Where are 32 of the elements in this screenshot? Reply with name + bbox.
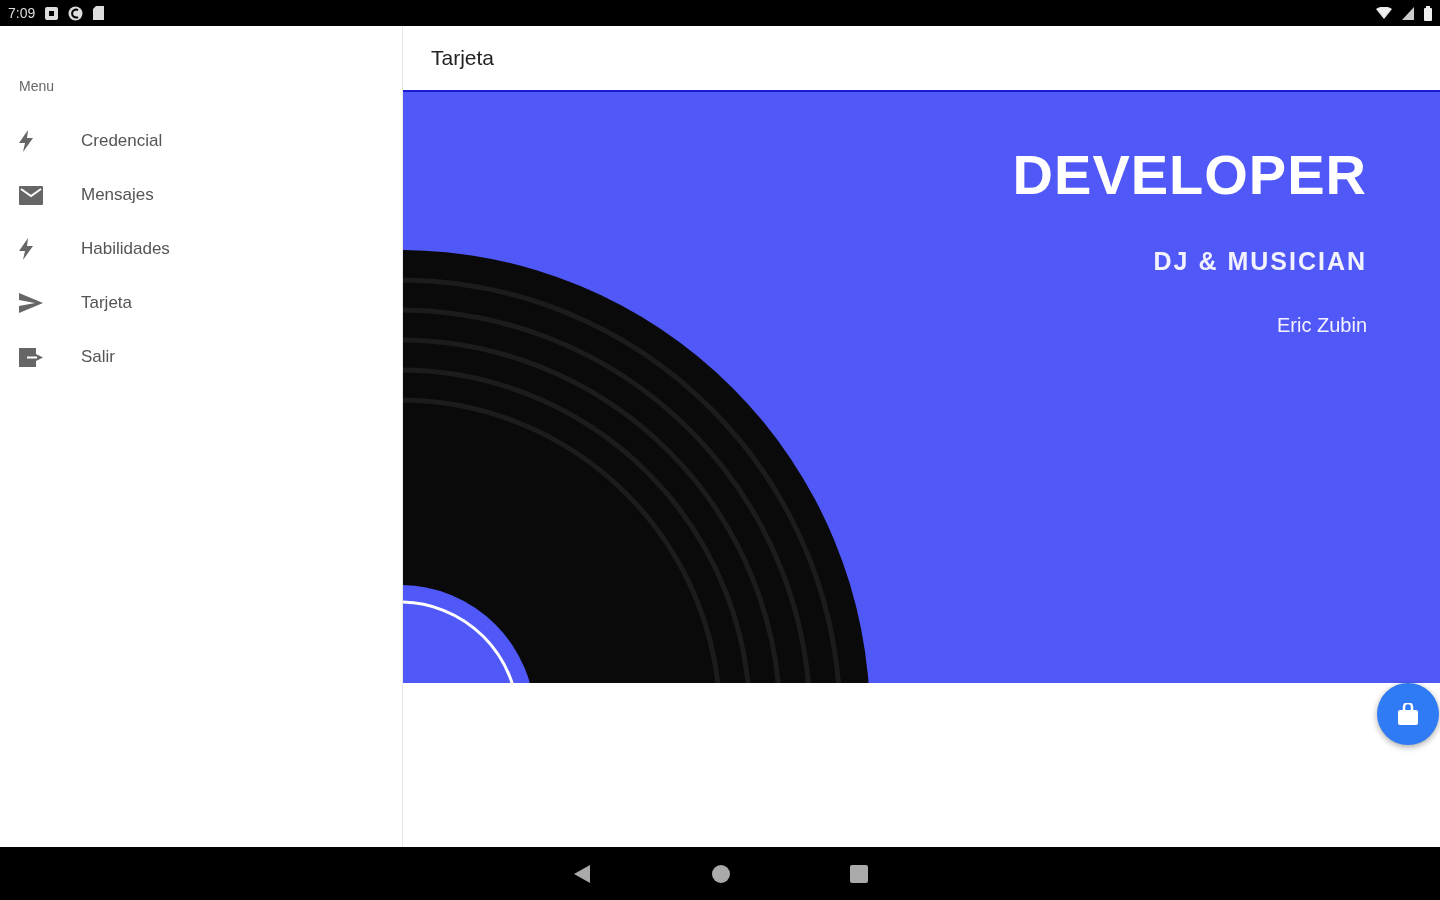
menu-item[interactable]: Mensajes	[0, 168, 402, 222]
card-subtitle: DJ & MUSICIAN	[1153, 247, 1367, 276]
menu-item-label: Mensajes	[81, 185, 154, 205]
menu-heading: Menu	[18, 77, 56, 96]
signal-icon	[1402, 6, 1414, 20]
menu-item[interactable]: Tarjeta	[0, 276, 402, 330]
menu-item[interactable]: Salir	[0, 330, 402, 384]
menu-item[interactable]: Credencial	[0, 114, 402, 168]
floating-action-button[interactable]	[1377, 683, 1439, 745]
battery-icon	[1424, 5, 1432, 21]
clock: 7:09	[8, 5, 36, 21]
exit-icon	[19, 347, 43, 367]
page-title: Tarjeta	[431, 46, 495, 70]
mail-icon	[19, 185, 43, 205]
wifi-icon	[1376, 7, 1392, 19]
menu-item-label: Habilidades	[81, 239, 170, 259]
menu-item-label: Credencial	[81, 131, 163, 151]
recents-icon[interactable]	[850, 864, 868, 883]
notification-icon	[45, 6, 59, 20]
back-icon[interactable]	[572, 863, 592, 884]
send-icon	[19, 293, 43, 313]
bag-icon	[1398, 703, 1418, 725]
menu-item-label: Salir	[81, 347, 115, 367]
circle-icon	[68, 5, 84, 21]
card-name: Eric Zubin	[1276, 314, 1367, 337]
home-icon[interactable]	[712, 864, 730, 883]
menu-item[interactable]: Habilidades	[0, 222, 402, 276]
lightning-icon	[19, 238, 33, 260]
sd-card-icon	[93, 6, 105, 20]
menu-item-label: Tarjeta	[81, 293, 133, 313]
lightning-icon	[19, 130, 33, 152]
card-title: DEVELOPER	[1012, 142, 1367, 207]
